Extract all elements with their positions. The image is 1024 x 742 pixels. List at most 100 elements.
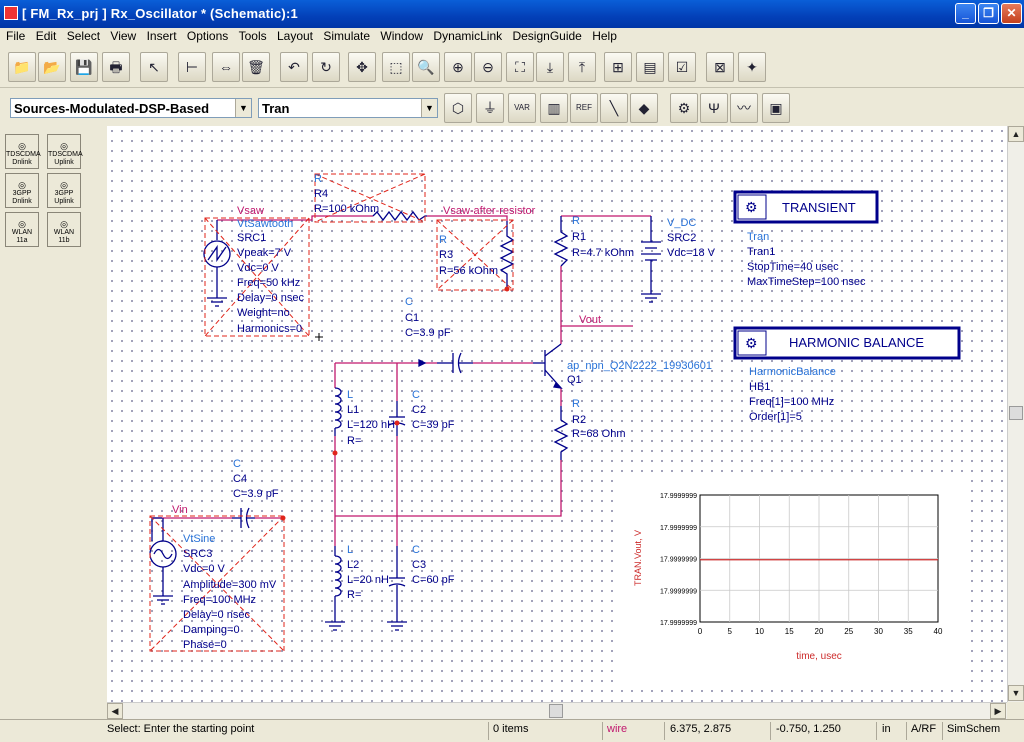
src1-delay[interactable]: Delay=0 nsec — [237, 292, 304, 304]
scroll-right-icon[interactable]: ▶ — [990, 703, 1006, 719]
menu-window[interactable]: Window — [380, 28, 423, 43]
r3-value[interactable]: R=56 kOhm — [439, 265, 498, 277]
r1-value[interactable]: R=4.7 kOhm — [572, 247, 634, 259]
move-icon[interactable]: ✥ — [348, 52, 376, 82]
place-icon[interactable]: ⊞ — [604, 52, 632, 82]
palette-tdscdma-uplink[interactable]: ◎ TDSCDMA Uplink — [47, 134, 83, 169]
hb-order[interactable]: Order[1]=5 — [749, 411, 802, 423]
delete-icon[interactable]: 🗑 — [242, 52, 270, 82]
zoom-area-icon[interactable]: ⬚ — [382, 52, 410, 82]
design-check-icon[interactable]: ☑ — [668, 52, 696, 82]
tran-vout-plot[interactable]: 17.9999999 17.9999999 17.9999999 17.9999999… — [617, 476, 969, 684]
palette-wlan-11a[interactable]: ◎ WLAN 11a — [5, 212, 39, 247]
c2-value[interactable]: C=39 pF — [412, 419, 455, 431]
tune-icon[interactable]: Ψ — [700, 93, 728, 123]
menu-designguide[interactable]: DesignGuide — [512, 28, 581, 43]
chevron-down-icon[interactable]: ▼ — [235, 99, 251, 117]
name-icon[interactable]: ◆ — [630, 93, 658, 123]
open-file-icon[interactable]: 📂 — [38, 52, 66, 82]
close-icon[interactable]: ✕ — [1001, 3, 1022, 24]
wand-icon[interactable]: ✦ — [738, 52, 766, 82]
palette-tdscdma-dnlink[interactable]: ◎ TDSCDMA Dnlink — [5, 134, 41, 169]
src3-freq[interactable]: Freq=100 MHz — [183, 594, 256, 606]
save-icon[interactable]: 💾 — [70, 52, 98, 82]
net-label-vout[interactable]: Vout — [579, 314, 601, 326]
horizontal-scroll-thumb[interactable] — [549, 704, 563, 718]
save-sim-icon[interactable]: ▣ — [762, 93, 790, 123]
c3-value[interactable]: C=60 pF — [412, 574, 455, 586]
print-icon[interactable]: 🖶 — [102, 52, 130, 82]
push-into-icon[interactable]: ⤓ — [536, 52, 564, 82]
c1-value[interactable]: C=3.9 pF — [405, 327, 451, 339]
src1-weight[interactable]: Weight=no — [237, 307, 290, 319]
l1-value[interactable]: L=120 nH — [347, 419, 395, 431]
menu-simulate[interactable]: Simulate — [323, 28, 370, 43]
net-label-vsaw[interactable]: Vsaw — [237, 205, 264, 217]
scroll-down-icon[interactable]: ▼ — [1008, 685, 1024, 701]
scroll-up-icon[interactable]: ▲ — [1008, 126, 1024, 142]
chevron-down-icon[interactable]: ▼ — [421, 99, 437, 117]
palette-wlan-11b[interactable]: ◎ WLAN 11b — [47, 212, 81, 247]
palette-select[interactable]: Sources-Modulated-DSP-Based ▼ — [10, 98, 252, 118]
wire-icon[interactable]: ╲ — [600, 93, 628, 123]
pop-out-icon[interactable]: ⤒ — [568, 52, 596, 82]
view-all-icon[interactable]: ⛶ — [506, 52, 534, 82]
l2-resistance[interactable]: R= — [347, 589, 361, 601]
horizontal-scrollbar[interactable]: ◀ ▶ — [107, 702, 1007, 719]
net-label-vsaw-after-resistor[interactable]: Vsaw-after-resistor — [443, 205, 536, 217]
src1-vpeak[interactable]: Vpeak=7 V — [237, 247, 292, 259]
open-folder-icon[interactable]: 📁 — [8, 52, 36, 82]
l2-value[interactable]: L=20 nH — [347, 574, 389, 586]
menu-layout[interactable]: Layout — [277, 28, 313, 43]
c4-value[interactable]: C=3.9 pF — [233, 488, 279, 500]
port-icon[interactable]: ⬡ — [444, 93, 472, 123]
ref-icon[interactable]: REF — [570, 93, 598, 123]
vdc-value[interactable]: Vdc=18 V — [667, 247, 716, 259]
component-select[interactable]: Tran ▼ — [258, 98, 438, 118]
src1-freq[interactable]: Freq=50 kHz — [237, 277, 300, 289]
src3-vdc[interactable]: Vdc=0 V — [183, 563, 226, 575]
menu-file[interactable]: File — [6, 28, 25, 43]
flatten-icon[interactable]: ▤ — [636, 52, 664, 82]
rotate-icon[interactable]: ↻ — [312, 52, 340, 82]
menu-tools[interactable]: Tools — [239, 28, 267, 43]
menu-edit[interactable]: Edit — [36, 28, 57, 43]
simulate-icon[interactable]: ⚙ — [670, 93, 698, 123]
deactivate-icon[interactable]: ⊠ — [706, 52, 734, 82]
menu-insert[interactable]: Insert — [147, 28, 177, 43]
menu-select[interactable]: Select — [67, 28, 100, 43]
undo-icon[interactable]: ↶ — [280, 52, 308, 82]
var-icon[interactable]: VAR — [508, 93, 536, 123]
scroll-left-icon[interactable]: ◀ — [107, 703, 123, 719]
mirror-icon[interactable]: ⇔ — [212, 52, 240, 82]
net-label-vin[interactable]: Vin — [172, 504, 188, 516]
vertical-scrollbar[interactable]: ▲ ▼ — [1007, 126, 1024, 702]
r4-value[interactable]: R=100 kOhm — [314, 203, 379, 215]
schematic-canvas[interactable]: Vsaw VtSawtooth SRC1 Vpeak=7 V Vdc=0 V F… — [107, 126, 1007, 702]
transient-controller[interactable]: ⚙ TRANSIENT Tran Tran1 StopTime=40 usec … — [733, 190, 879, 288]
src3-delay[interactable]: Delay=0 nsec — [183, 609, 250, 621]
tran-maxtimestep[interactable]: MaxTimeStep=100 nsec — [747, 276, 866, 288]
hb-freq[interactable]: Freq[1]=100 MHz — [749, 396, 834, 408]
app-icon[interactable] — [4, 6, 18, 20]
palette-3gpp-dnlink[interactable]: ◎ 3GPP Dnlink — [5, 173, 39, 208]
data-display-icon[interactable]: 〰 — [730, 93, 758, 123]
palette-3gpp-uplink[interactable]: ◎ 3GPP Uplink — [47, 173, 81, 208]
select-pointer-icon[interactable]: ↖ — [140, 52, 168, 82]
menu-help[interactable]: Help — [592, 28, 617, 43]
src1-vdc[interactable]: Vdc=0 V — [237, 262, 280, 274]
component-icon[interactable]: ▥ — [540, 93, 568, 123]
zoom-icon[interactable]: 🔍 — [412, 52, 440, 82]
src3-phase[interactable]: Phase=0 — [183, 639, 227, 651]
harmonic-balance-controller[interactable]: ⚙ HARMONIC BALANCE HarmonicBalance HB1 F… — [733, 326, 961, 423]
zoom-in-icon[interactable]: ⊕ — [444, 52, 472, 82]
r2-value[interactable]: R=68 Ohm — [572, 428, 626, 440]
minimize-icon[interactable]: _ — [955, 3, 976, 24]
menu-options[interactable]: Options — [187, 28, 228, 43]
l1-resistance[interactable]: R= — [347, 435, 361, 447]
src3-damping[interactable]: Damping=0 — [183, 624, 240, 636]
tran-stoptime[interactable]: StopTime=40 usec — [747, 261, 839, 273]
menu-view[interactable]: View — [110, 28, 136, 43]
restore-icon[interactable]: ❐ — [978, 3, 999, 24]
zoom-out-icon[interactable]: ⊖ — [474, 52, 502, 82]
